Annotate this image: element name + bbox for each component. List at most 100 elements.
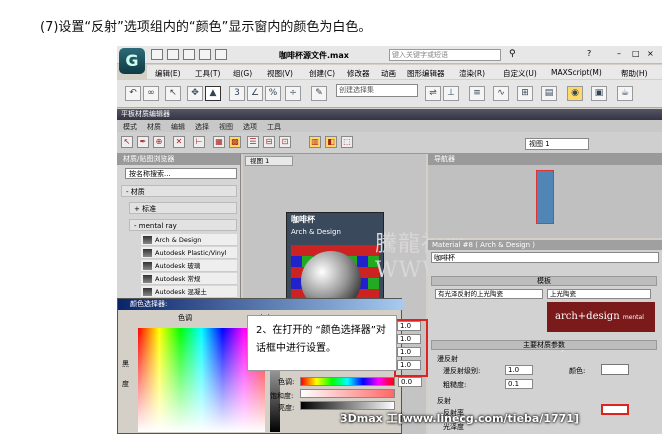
menu-modifiers[interactable]: 修改器: [347, 68, 370, 79]
render-icon[interactable]: ☕: [617, 86, 633, 101]
group-standard[interactable]: + 标准: [129, 202, 237, 214]
help-icon[interactable]: ?: [587, 49, 599, 60]
schematic-icon[interactable]: ⊞: [517, 86, 533, 101]
material-item[interactable]: Autodesk 常规: [141, 273, 237, 285]
navigator-viewport[interactable]: [536, 170, 554, 224]
select-tool-icon[interactable]: ↖: [121, 136, 133, 148]
percent-snap-icon[interactable]: %: [265, 86, 281, 101]
material-editor-icon[interactable]: ◉: [567, 86, 583, 101]
assign-material-icon[interactable]: ⊕: [153, 136, 165, 148]
group-materials[interactable]: - 材质: [121, 185, 237, 197]
edit-selection-icon[interactable]: ✎: [311, 86, 327, 101]
redo-icon[interactable]: [215, 49, 227, 60]
minimize-icon[interactable]: –: [617, 49, 629, 60]
save-icon[interactable]: [183, 49, 195, 60]
angle-snap-icon[interactable]: ∠: [247, 86, 263, 101]
view-tab[interactable]: 视图 1: [245, 156, 293, 166]
snap-icon[interactable]: 3: [229, 86, 245, 101]
sme-menu-options[interactable]: 选项: [243, 122, 257, 132]
align-icon[interactable]: ⊥: [443, 86, 459, 101]
saturation-slider[interactable]: [300, 389, 395, 398]
view-dropdown[interactable]: 视图 1: [525, 138, 589, 150]
menu-animation[interactable]: 动画: [381, 68, 396, 79]
selection-set-dropdown[interactable]: 创建选择集: [336, 84, 418, 97]
new-file-icon[interactable]: [151, 49, 163, 60]
move-children-icon[interactable]: ⊢: [193, 136, 205, 148]
material-item[interactable]: Autodesk 玻璃: [141, 260, 237, 272]
menu-help[interactable]: 帮助(H): [621, 68, 648, 79]
search-input[interactable]: 键入关键字或短语: [389, 49, 501, 61]
sme-menu-mode[interactable]: 模式: [123, 122, 137, 132]
hue-whiteness-field[interactable]: [138, 328, 265, 432]
roughness-label: 粗糙度:: [443, 381, 467, 389]
hue-input[interactable]: 0.0: [398, 377, 422, 387]
material-name-field[interactable]: 咖啡杯: [431, 252, 659, 263]
undo-icon[interactable]: [199, 49, 211, 60]
undo-icon[interactable]: ↶: [125, 86, 141, 101]
sme-menu-material[interactable]: 材质: [147, 122, 161, 132]
menu-maxscript[interactable]: MAXScript(M): [551, 68, 602, 77]
close-icon[interactable]: ×: [647, 49, 659, 60]
color-picker-title: 颜色选择器:: [118, 299, 403, 310]
pick-material-icon[interactable]: ✒: [137, 136, 149, 148]
material-editor-menu: 模式 材质 编辑 选择 视图 选项 工具: [117, 120, 662, 132]
browser-title: 材质/贴图浏览器: [117, 154, 240, 165]
template-dropdown[interactable]: 上光陶瓷: [547, 289, 651, 299]
curve-editor-icon[interactable]: ∿: [493, 86, 509, 101]
menu-view[interactable]: 视图(V): [267, 68, 293, 79]
move-icon[interactable]: ✥: [187, 86, 203, 101]
mirror-icon[interactable]: ⇌: [425, 86, 441, 101]
parameter-editor-icon[interactable]: ▥: [309, 136, 321, 148]
reflection-color-swatch[interactable]: [601, 404, 629, 415]
search-by-name-input[interactable]: 按名称搜索...: [125, 168, 237, 179]
material-item[interactable]: Autodesk 混凝土: [141, 286, 237, 298]
menu-graph-editors[interactable]: 图形编辑器: [407, 68, 445, 79]
diffuse-group-label: 漫反射: [437, 355, 458, 363]
diffuse-level-input[interactable]: 1.0: [505, 365, 533, 375]
navigator-icon[interactable]: ⬚: [341, 136, 353, 148]
sme-menu-edit[interactable]: 编辑: [171, 122, 185, 132]
layout-children-icon[interactable]: ⊟: [263, 136, 275, 148]
main-params-rollout[interactable]: 主要材质参数: [431, 340, 657, 350]
green-input[interactable]: 1.0: [397, 334, 421, 344]
menu-create[interactable]: 创建(C): [309, 68, 335, 79]
hue-slider[interactable]: [300, 377, 395, 386]
value-slider[interactable]: [300, 401, 395, 410]
app-logo-icon[interactable]: G: [119, 48, 145, 74]
roughness-input[interactable]: 0.1: [505, 379, 533, 389]
select-icon[interactable]: ↖: [165, 86, 181, 101]
spinner-snap-icon[interactable]: ÷: [285, 86, 301, 101]
sme-menu-select[interactable]: 选择: [195, 122, 209, 132]
binoculars-icon[interactable]: ⚲: [509, 49, 521, 60]
menu-edit[interactable]: 编辑(E): [155, 68, 181, 79]
material-item[interactable]: Autodesk Plastic/Vinyl: [141, 247, 237, 259]
sme-menu-tools[interactable]: 工具: [267, 122, 281, 132]
menu-tools[interactable]: 工具(T): [195, 68, 220, 79]
delete-icon[interactable]: ✕: [173, 136, 185, 148]
layer-icon[interactable]: ≡: [469, 86, 485, 101]
render-setup-icon[interactable]: ▤: [541, 86, 557, 101]
templates-rollout[interactable]: 模板: [431, 276, 657, 286]
menu-rendering[interactable]: 渲染(R): [459, 68, 485, 79]
sme-menu-view[interactable]: 视图: [219, 122, 233, 132]
show-background-icon[interactable]: ▩: [229, 136, 241, 148]
render-frame-icon[interactable]: ▣: [591, 86, 607, 101]
select-object-icon[interactable]: ▲: [205, 86, 221, 101]
alpha-input[interactable]: 1.0: [397, 360, 421, 370]
show-map-icon[interactable]: ▦: [213, 136, 225, 148]
menu-customize[interactable]: 自定义(U): [503, 68, 537, 79]
diffuse-color-swatch[interactable]: [601, 364, 629, 375]
red-input[interactable]: 1.0: [397, 321, 421, 331]
material-item[interactable]: Arch & Design: [141, 234, 237, 246]
app-window: G 咖啡杯源文件.max 键入关键字或短语 ⚲ ? – □ × 编辑(E) 工具…: [117, 46, 662, 434]
link-icon[interactable]: ∞: [143, 86, 159, 101]
menu-group[interactable]: 组(G): [233, 68, 252, 79]
rearrange-icon[interactable]: ⊡: [279, 136, 291, 148]
blue-input[interactable]: 1.0: [397, 347, 421, 357]
group-mental-ray[interactable]: - mental ray: [129, 219, 237, 231]
maximize-icon[interactable]: □: [632, 49, 644, 60]
open-icon[interactable]: [167, 49, 179, 60]
layout-icon[interactable]: ☰: [247, 136, 259, 148]
select-by-material-icon[interactable]: ◧: [325, 136, 337, 148]
reflection-group-label: 反射: [437, 397, 451, 405]
